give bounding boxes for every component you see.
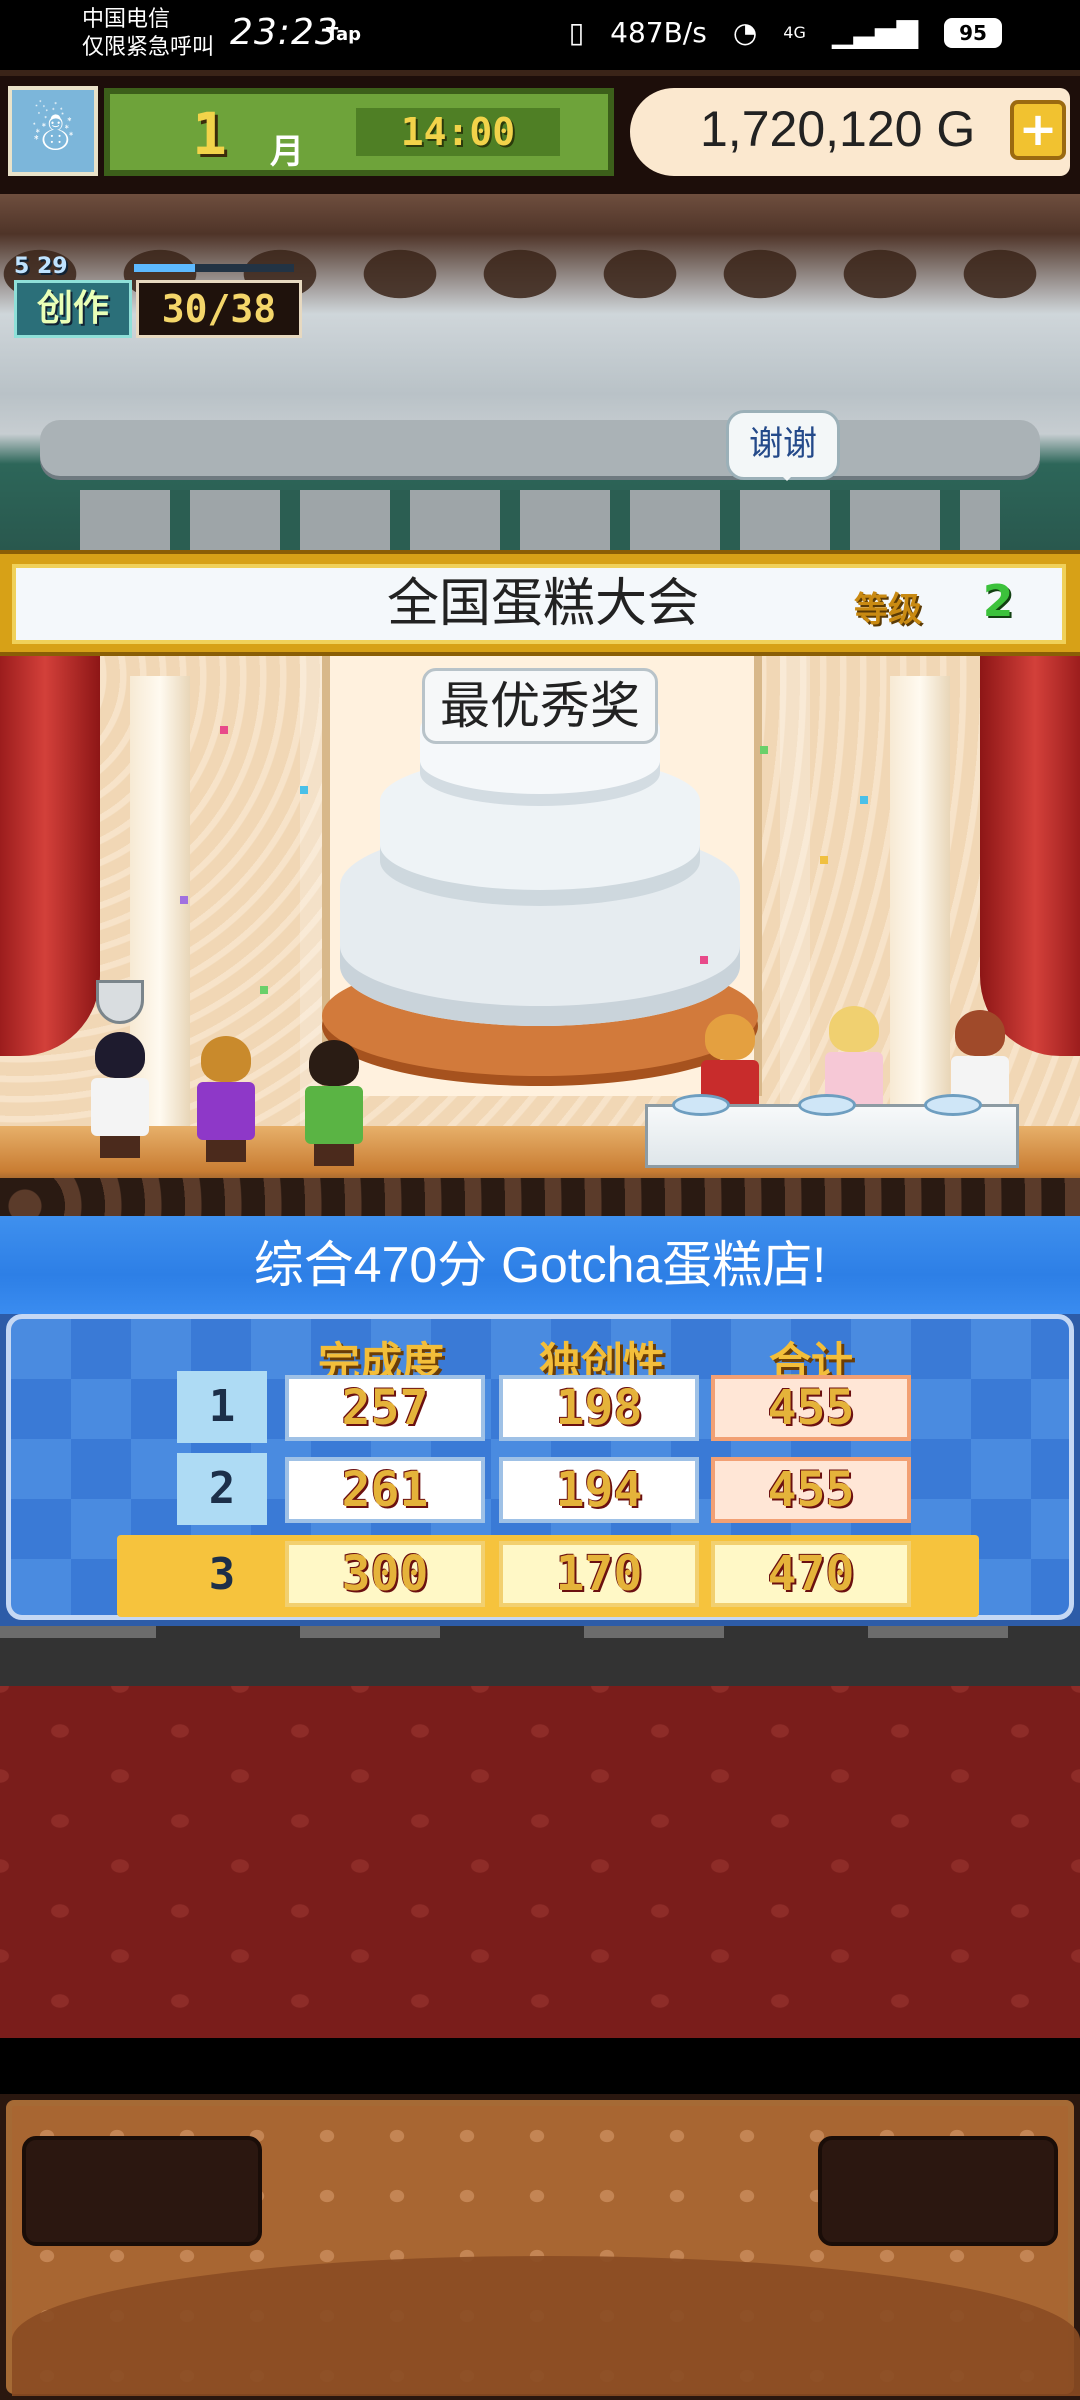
confetti (760, 746, 768, 754)
level-label: 等级 (854, 590, 922, 630)
level-value: 2 (982, 576, 1014, 627)
status-clock: 23:23 (230, 12, 339, 53)
display-shelf (40, 420, 1040, 476)
left-curtain (0, 656, 100, 1056)
originality-score: 194 (499, 1457, 699, 1523)
chef-character (90, 1032, 150, 1158)
hud-bar: ☃ 1 月 14:00 1,720,120 G + (0, 76, 1080, 194)
right-curtain (980, 656, 1080, 1056)
creation-value: 30/38 (136, 280, 302, 338)
staff-character (196, 1036, 256, 1162)
panel-arc (12, 2256, 1080, 2396)
award-scene: 最优秀奖 (0, 656, 1080, 1216)
plate-icon (924, 1094, 982, 1116)
net-speed: 487B/s (610, 16, 707, 49)
rank-cell: 3 (177, 1539, 267, 1611)
confetti (260, 986, 268, 994)
bottom-panel (0, 2094, 1080, 2400)
month-label: 月 (270, 132, 304, 172)
right-slot[interactable] (818, 2136, 1058, 2246)
confetti (860, 796, 868, 804)
signal-label: 4G (783, 23, 806, 42)
rank-cell: 2 (177, 1453, 267, 1525)
thanks-bubble: 谢谢 (726, 410, 840, 481)
audience (0, 1178, 1080, 1216)
plate-icon (672, 1094, 730, 1116)
total-score: 455 (711, 1375, 911, 1441)
results-headline: 综合470分 Gotcha蛋糕店! (253, 1237, 827, 1293)
add-money-button[interactable]: + (1010, 100, 1066, 160)
originality-score: 170 (499, 1541, 699, 1607)
month-number: 1 (192, 100, 227, 168)
results-header: 综合470分 Gotcha蛋糕店! (0, 1216, 1080, 1314)
confetti (700, 956, 708, 964)
confetti (820, 856, 828, 864)
snowman-icon[interactable]: ☃ (8, 86, 98, 176)
game-time: 14:00 (356, 108, 560, 156)
score-panel[interactable]: 完成度 独创性 合计 1 257 198 455 2 261 194 455 3… (0, 1314, 1080, 1626)
carrier-name: 中国电信 (82, 7, 171, 32)
originality-score: 198 (499, 1375, 699, 1441)
battery-icon: 95 (944, 17, 1002, 48)
status-bar: 中国电信 仅限紧急呼叫 23:23 Tap ▯ 487B/s ◔ 4G ▁▃▅▇… (0, 0, 1080, 70)
wifi-icon: ◔ (732, 16, 758, 49)
total-score: 470 (711, 1541, 911, 1607)
progress-small-label: 5 29 (14, 254, 68, 279)
left-slot[interactable] (22, 2136, 262, 2246)
completion-score: 300 (285, 1541, 485, 1607)
money-box: 1,720,120 G + (630, 88, 1070, 176)
status-icons: ▯ 487B/s ◔ 4G ▁▃▅▇ 95 (569, 16, 1002, 49)
completion-score: 257 (285, 1375, 485, 1441)
game-top-area: ☃ 1 月 14:00 1,720,120 G + 5 29 创作 30/38 … (0, 70, 1080, 550)
progress-bar-fill (134, 264, 195, 272)
vibrate-icon: ▯ (568, 16, 585, 49)
bottom-panel-inner (6, 2100, 1080, 2396)
plate-icon (798, 1094, 856, 1116)
total-score: 455 (711, 1457, 911, 1523)
score-table: 完成度 独创性 合计 1 257 198 455 2 261 194 455 3… (6, 1314, 1074, 1620)
creation-progress[interactable]: 5 29 创作 30/38 (14, 254, 302, 350)
carrier-info: 中国电信 仅限紧急呼叫 (82, 6, 214, 62)
rank-cell: 1 (177, 1371, 267, 1443)
screen-gap (0, 2038, 1080, 2094)
shop-floor (0, 1686, 1080, 2038)
creation-badge: 创作 (14, 280, 132, 338)
calendar-box: 1 月 14:00 (104, 88, 614, 176)
emergency-only-text: 仅限紧急呼叫 (82, 35, 215, 60)
award-title: 最优秀奖 (422, 668, 658, 744)
shop-stalls (80, 490, 1000, 550)
shop-counter (0, 1626, 1080, 1686)
staff-character (304, 1040, 364, 1166)
contest-banner-inner: 全国蛋糕大会 等级 2 (12, 564, 1066, 644)
confetti (180, 896, 188, 904)
progress-bar (134, 264, 294, 272)
confetti (220, 726, 228, 734)
money-amount: 1,720,120 G (700, 101, 976, 157)
confetti (300, 786, 308, 794)
contest-banner: 全国蛋糕大会 等级 2 (0, 550, 1080, 656)
completion-score: 261 (285, 1457, 485, 1523)
tap-indicator: Tap (326, 24, 361, 45)
signal-icon: ▁▃▅▇ (831, 16, 918, 49)
pillar (890, 676, 950, 1136)
